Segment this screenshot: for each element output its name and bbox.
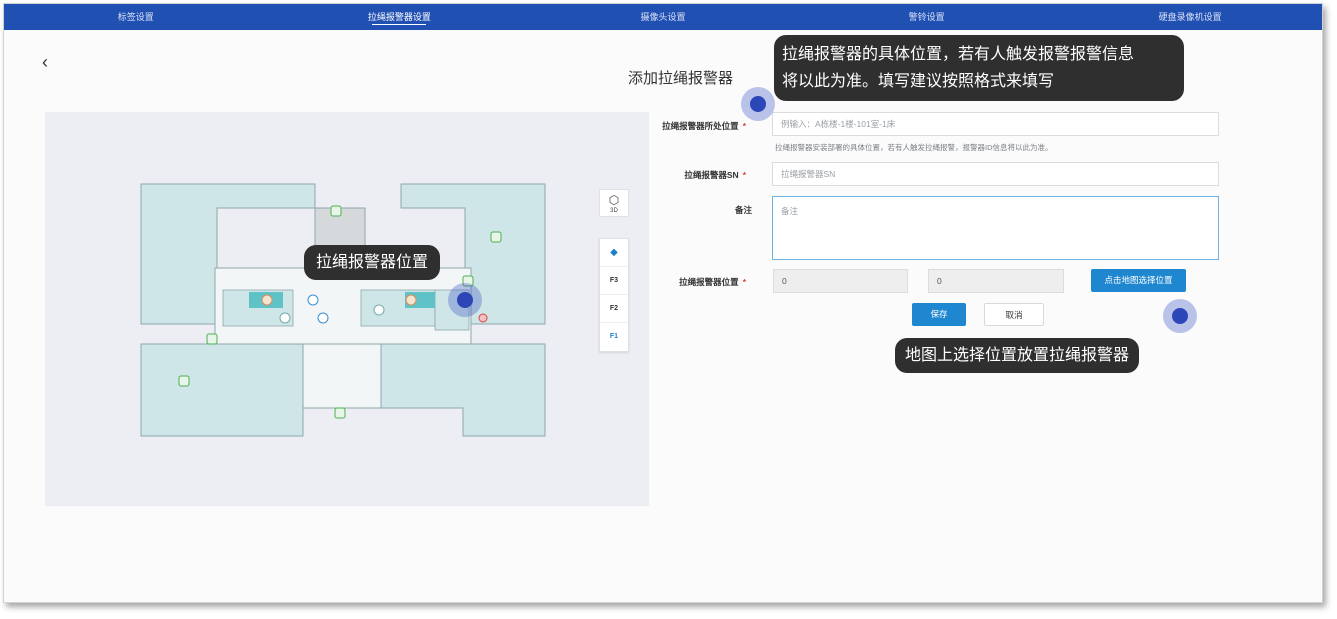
sn-label: 拉绳报警器SN * — [684, 170, 746, 180]
position-y-input[interactable]: 0 — [928, 269, 1064, 293]
pick-annotation: 地图上选择位置放置拉绳报警器 — [895, 338, 1140, 373]
room-bottom-right — [378, 343, 546, 437]
map-position-annotation: 拉绳报警器位置 — [304, 245, 441, 280]
exit-icon — [330, 205, 342, 217]
floor-f1[interactable]: F1 — [600, 323, 628, 351]
exit-icon — [206, 333, 218, 345]
map-marker-dot — [448, 283, 482, 317]
view-3d-label: 3D — [610, 208, 618, 214]
floor-f3[interactable]: F3 — [600, 267, 628, 295]
location-annotation-line1: 拉绳报警器的具体位置，若有人触发报警报警信息 — [782, 46, 1135, 63]
exit-icon — [490, 231, 502, 243]
location-label: 拉绳报警器所处位置 * — [662, 121, 746, 131]
highlight-dot — [741, 87, 775, 121]
location-hint: 拉绳报警器安装部署的具体位置，若有人触发拉绳报警，报警器ID信息将以此为准。 — [775, 143, 1053, 152]
tab-nvr-settings[interactable]: 硬盘录像机设置 — [1058, 4, 1322, 30]
tab-bell-settings[interactable]: 警铃设置 — [795, 4, 1059, 30]
view-3d-button[interactable]: ⬡ 3D — [599, 189, 629, 217]
cube-icon: ⬡ — [608, 193, 620, 207]
floor-f2[interactable]: F2 — [600, 295, 628, 323]
exit-icon — [178, 375, 190, 387]
floor-map[interactable]: ⬡ 3D ◆ F3 F2 F1 — [45, 112, 649, 506]
tab-tag-settings[interactable]: 标签设置 — [4, 4, 268, 30]
floor-switcher: ◆ F3 F2 F1 — [599, 238, 629, 352]
remark-textarea[interactable]: 备注 — [772, 196, 1219, 260]
highlight-dot — [1163, 299, 1197, 333]
location-annotation-line2: 将以此为准。填写建议按照格式来填写 — [782, 73, 1055, 90]
room-bottom-left — [140, 343, 304, 437]
alarm-icon — [478, 313, 488, 323]
accessible-icon — [373, 304, 385, 316]
cancel-button[interactable]: 取消 — [984, 303, 1044, 326]
restroom-icon — [405, 294, 417, 306]
corridor-south — [302, 343, 382, 409]
page-title: 添加拉绳报警器 — [628, 70, 734, 87]
app-window: 标签设置 拉绳报警器设置 摄像头设置 警铃设置 硬盘录像机设置 ‹ 添加拉绳报警… — [3, 3, 1323, 603]
remark-label: 备注 — [734, 205, 752, 215]
location-annotation: 拉绳报警器的具体位置，若有人触发报警报警信息 将以此为准。填写建议按照格式来填写 — [774, 35, 1184, 101]
location-input[interactable]: 例输入：A栋楼-1楼-101室-1床 — [772, 112, 1219, 136]
save-button[interactable]: 保存 — [912, 303, 966, 326]
floor-plan — [140, 183, 546, 437]
male-icon — [317, 312, 329, 324]
tab-camera-settings[interactable]: 摄像头设置 — [531, 4, 795, 30]
top-navigation: 标签设置 拉绳报警器设置 摄像头设置 警铃设置 硬盘录像机设置 — [4, 4, 1322, 30]
pick-on-map-button[interactable]: 点击地图选择位置 — [1091, 269, 1186, 292]
restroom-icon — [261, 294, 273, 306]
exit-icon — [334, 407, 346, 419]
sn-input[interactable]: 拉绳报警器SN — [772, 162, 1219, 186]
position-x-input[interactable]: 0 — [773, 269, 908, 293]
chevron-left-icon[interactable]: ‹ — [42, 52, 48, 73]
accessible-icon — [279, 312, 291, 324]
position-label: 拉绳报警器位置 * — [679, 277, 746, 287]
tab-rope-alarm-settings[interactable]: 拉绳报警器设置 — [268, 4, 532, 30]
male-icon — [307, 294, 319, 306]
compass-icon[interactable]: ◆ — [600, 239, 628, 267]
